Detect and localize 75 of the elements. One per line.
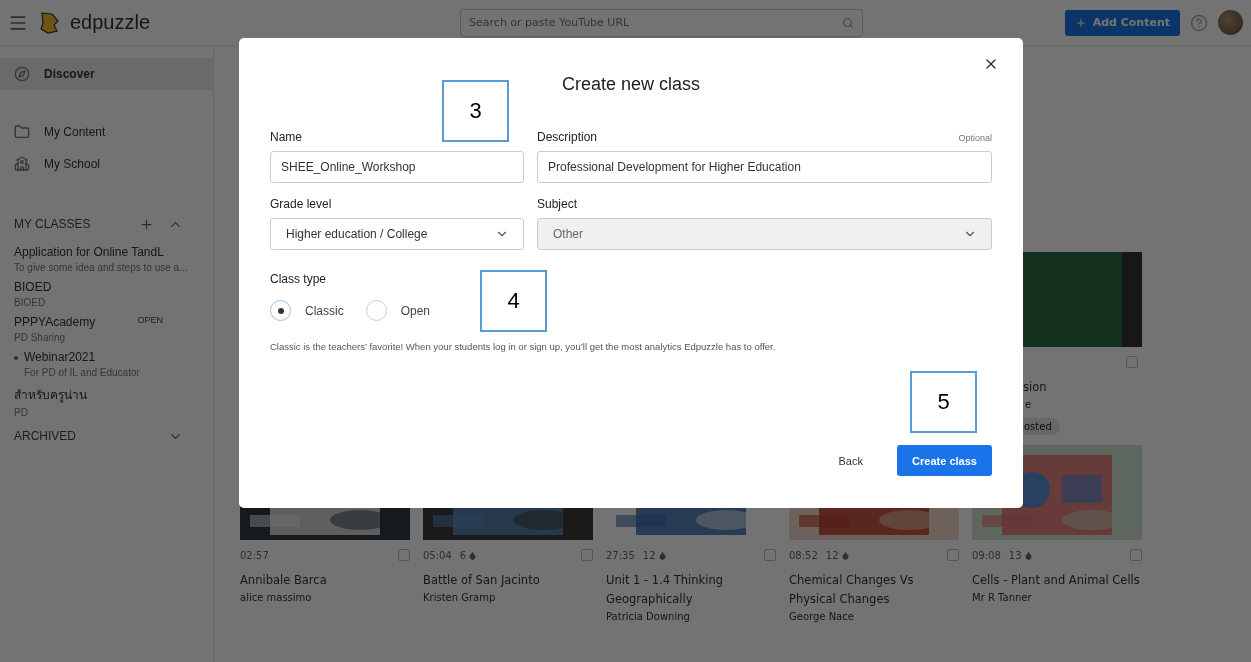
drop-icon (1023, 550, 1033, 560)
help-text: Classic is the teachers’ favorite! When your students log in or sign up, you’ll get the most analytics Edpuzzle has to offer. (270, 341, 777, 352)
drop-icon (840, 550, 850, 560)
class-tag: OPEN (137, 315, 163, 325)
class-name[interactable]: BIOED (14, 280, 199, 294)
select-checkbox[interactable] (1126, 356, 1138, 368)
select-checkbox[interactable] (764, 549, 776, 561)
sidebar-item[interactable]: Discover (0, 58, 213, 90)
class-description: BIOED (14, 297, 47, 308)
back-button[interactable]: Back (832, 453, 869, 468)
field-label: Name (270, 130, 303, 144)
question-count: 6 (459, 549, 467, 561)
video-title[interactable]: Battle of San Jacinto (423, 571, 593, 590)
search-field[interactable]: Search or paste YouTube URL (460, 8, 864, 37)
create-class-button[interactable]: Create class (897, 445, 992, 476)
class-name[interactable]: PPPYAcademy (14, 315, 132, 329)
video-author: Kristen Gramp (423, 592, 497, 603)
video-author: Mr R Tanner (972, 592, 1033, 603)
folder-icon (14, 124, 30, 140)
field-label: Subject (537, 197, 579, 211)
name-field[interactable]: SHEE_Online_Workshop (270, 151, 524, 183)
video-duration: 09:08 (972, 549, 1001, 561)
video-duration: 27:35 (606, 549, 635, 561)
drop-icon (468, 550, 478, 560)
video-author: George Nace (789, 611, 855, 622)
school-icon (14, 156, 30, 172)
help-icon[interactable] (1190, 13, 1208, 32)
select-checkbox[interactable] (581, 549, 593, 561)
avatar[interactable] (1218, 10, 1243, 35)
drop-icon (657, 550, 667, 560)
plus-icon (1074, 16, 1087, 29)
video-duration: 02:57 (240, 549, 269, 561)
logo-icon (38, 10, 60, 35)
question-count: 12 (642, 549, 656, 561)
video-author: e (1024, 399, 1033, 410)
add-content-button[interactable]: Add Content (1064, 9, 1180, 36)
video-author: alice massimo (240, 592, 313, 603)
question-count: 12 (825, 549, 839, 561)
class-description: For PD of IL and Educator (24, 367, 141, 378)
sidebar-item[interactable]: My School (0, 148, 213, 180)
search-icon[interactable] (842, 16, 855, 29)
step-callout: 5 (910, 371, 977, 433)
section-heading: ARCHIVED (14, 429, 77, 443)
video-title[interactable]: Chemical Changes Vs Physical Changes (789, 571, 959, 609)
step-callout: 4 (480, 270, 547, 332)
video-title[interactable]: Cells - Plant and Animal Cells (972, 571, 1142, 590)
video-duration: 08:52 (789, 549, 818, 561)
select-field[interactable]: Higher education / College (270, 218, 524, 250)
class-name[interactable]: สำหรับครูน่าน (14, 385, 199, 404)
radio-option[interactable]: Open (365, 300, 431, 321)
step-callout: 3 (442, 80, 509, 142)
video-duration: 05:04 (423, 549, 452, 561)
select-checkbox[interactable] (1130, 549, 1142, 561)
optional-note: Optional (958, 133, 992, 143)
video-title[interactable]: Annibale Barca (240, 571, 410, 590)
dialog-title: Create new class (561, 74, 701, 95)
section-heading: MY CLASSES (14, 217, 92, 231)
class-description: PD (14, 407, 29, 418)
app-logo: edpuzzle (70, 11, 151, 34)
sidebar-item[interactable]: My Content (0, 116, 213, 148)
video-author: Patricia Downing (606, 611, 691, 622)
question-count: 13 (1008, 549, 1022, 561)
select-checkbox[interactable] (947, 549, 959, 561)
video-title[interactable]: Unit 1 - 1.4 Thinking Geographically (606, 571, 776, 609)
compass-icon (14, 66, 30, 82)
add-icon[interactable] (139, 216, 154, 232)
field-label: Grade level (270, 197, 333, 211)
class-description: PD Sharing (14, 332, 67, 343)
radio-option[interactable]: Classic (270, 300, 344, 321)
description-field[interactable]: Professional Development for Higher Education (537, 151, 992, 183)
field-label: Class type (270, 272, 328, 286)
select-checkbox[interactable] (398, 549, 410, 561)
class-name[interactable]: Application for Online TandL (14, 245, 199, 259)
class-name[interactable]: Webinar2021 (24, 350, 199, 364)
field-label: Description (537, 130, 598, 144)
